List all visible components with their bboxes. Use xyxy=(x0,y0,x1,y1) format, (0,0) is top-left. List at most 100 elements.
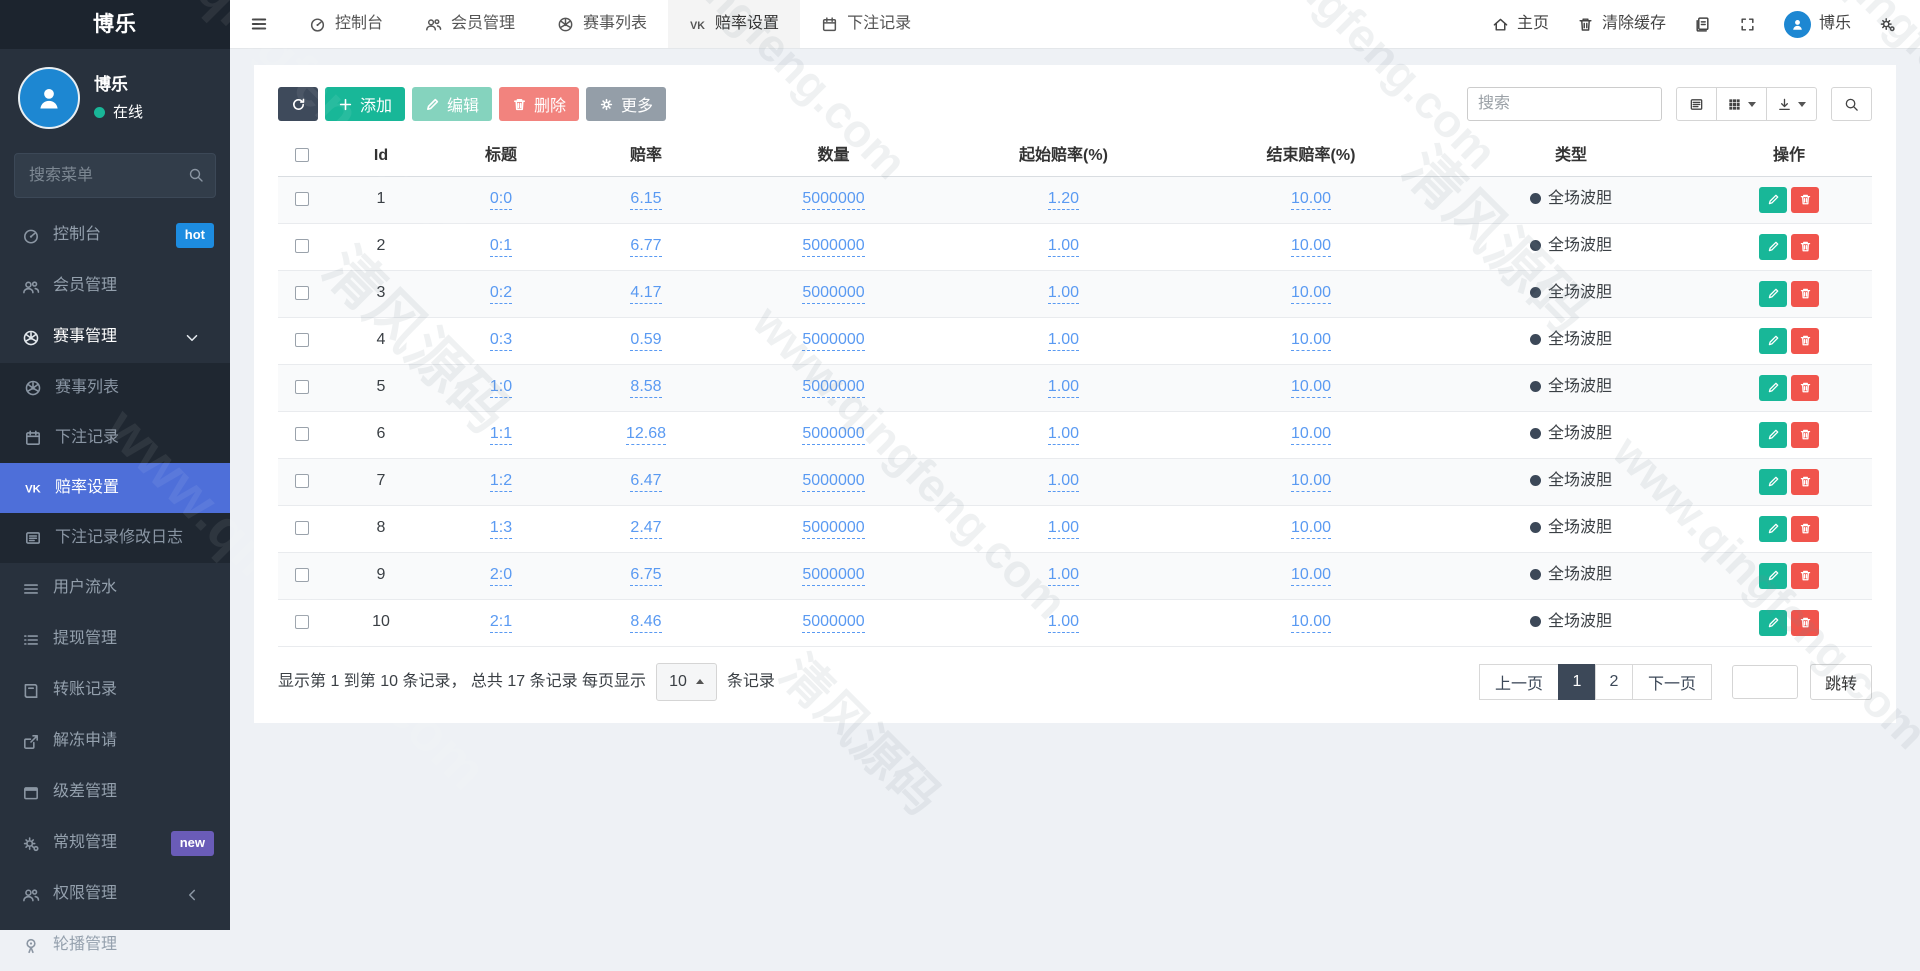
row-checkbox[interactable] xyxy=(295,615,309,629)
editable-start-odds[interactable]: 1.00 xyxy=(1048,284,1079,304)
sidebar-item-user-flow[interactable]: 用户流水 xyxy=(0,563,230,614)
menu-search-input[interactable] xyxy=(14,153,216,198)
export-button[interactable] xyxy=(1766,87,1817,121)
editable-start-odds[interactable]: 1.00 xyxy=(1048,237,1079,257)
sidebar-item-members[interactable]: 会员管理 xyxy=(0,261,230,312)
sidebar-item-withdraw[interactable]: 提现管理 xyxy=(0,614,230,665)
edit-row-button[interactable] xyxy=(1759,516,1787,542)
editable-title[interactable]: 1:3 xyxy=(490,519,512,539)
editable-title[interactable]: 1:1 xyxy=(490,425,512,445)
editable-odds[interactable]: 6.77 xyxy=(630,237,661,257)
editable-title[interactable]: 0:2 xyxy=(490,284,512,304)
row-checkbox[interactable] xyxy=(295,286,309,300)
editable-quantity[interactable]: 5000000 xyxy=(802,519,864,539)
editable-odds[interactable]: 4.17 xyxy=(630,284,661,304)
editable-quantity[interactable]: 5000000 xyxy=(802,566,864,586)
tab-event-list[interactable]: 赛事列表 xyxy=(536,0,668,48)
sidebar-item-level[interactable]: 级差管理 xyxy=(0,767,230,818)
row-checkbox[interactable] xyxy=(295,474,309,488)
editable-start-odds[interactable]: 1.20 xyxy=(1048,190,1079,210)
sidebar-item-odds-settings[interactable]: 赔率设置 xyxy=(0,463,230,513)
editable-quantity[interactable]: 5000000 xyxy=(802,331,864,351)
editable-end-odds[interactable]: 10.00 xyxy=(1291,190,1331,210)
editable-start-odds[interactable]: 1.00 xyxy=(1048,472,1079,492)
editable-title[interactable]: 0:1 xyxy=(490,237,512,257)
row-checkbox[interactable] xyxy=(295,239,309,253)
jump-page-input[interactable] xyxy=(1732,665,1798,699)
settings-button[interactable] xyxy=(1865,0,1910,48)
editable-quantity[interactable]: 5000000 xyxy=(802,190,864,210)
sidebar-toggle-button[interactable] xyxy=(230,0,288,48)
editable-quantity[interactable]: 5000000 xyxy=(802,284,864,304)
editable-quantity[interactable]: 5000000 xyxy=(802,237,864,257)
editable-end-odds[interactable]: 10.00 xyxy=(1291,566,1331,586)
prev-page-button[interactable]: 上一页 xyxy=(1479,664,1559,700)
sidebar-item-carousel[interactable]: 轮播管理 xyxy=(0,920,230,971)
delete-row-button[interactable] xyxy=(1791,563,1819,589)
edit-row-button[interactable] xyxy=(1759,563,1787,589)
delete-row-button[interactable] xyxy=(1791,328,1819,354)
delete-button[interactable]: 删除 xyxy=(499,87,579,121)
editable-title[interactable]: 1:0 xyxy=(490,378,512,398)
editable-odds[interactable]: 8.58 xyxy=(630,378,661,398)
tab-console[interactable]: 控制台 xyxy=(288,0,404,48)
search-button[interactable] xyxy=(1831,87,1872,121)
row-checkbox[interactable] xyxy=(295,427,309,441)
editable-quantity[interactable]: 5000000 xyxy=(802,425,864,445)
editable-start-odds[interactable]: 1.00 xyxy=(1048,613,1079,633)
select-all-checkbox[interactable] xyxy=(295,148,309,162)
editable-title[interactable]: 2:1 xyxy=(490,613,512,633)
delete-row-button[interactable] xyxy=(1791,281,1819,307)
editable-end-odds[interactable]: 10.00 xyxy=(1291,284,1331,304)
row-checkbox[interactable] xyxy=(295,333,309,347)
page-size-select[interactable]: 10 xyxy=(656,663,717,701)
editable-odds[interactable]: 6.15 xyxy=(630,190,661,210)
document-button[interactable] xyxy=(1680,0,1725,48)
edit-row-button[interactable] xyxy=(1759,187,1787,213)
sidebar-item-bet-records[interactable]: 下注记录 xyxy=(0,413,230,463)
edit-row-button[interactable] xyxy=(1759,234,1787,260)
edit-row-button[interactable] xyxy=(1759,610,1787,636)
tab-bet-records[interactable]: 下注记录 xyxy=(800,0,932,48)
delete-row-button[interactable] xyxy=(1791,422,1819,448)
editable-end-odds[interactable]: 10.00 xyxy=(1291,519,1331,539)
row-checkbox[interactable] xyxy=(295,192,309,206)
editable-quantity[interactable]: 5000000 xyxy=(802,378,864,398)
next-page-button[interactable]: 下一页 xyxy=(1632,664,1712,700)
sidebar-item-event-list[interactable]: 赛事列表 xyxy=(0,363,230,413)
editable-odds[interactable]: 0.59 xyxy=(630,331,661,351)
columns-button[interactable] xyxy=(1716,87,1767,121)
editable-odds[interactable]: 12.68 xyxy=(626,425,666,445)
editable-end-odds[interactable]: 10.00 xyxy=(1291,613,1331,633)
row-checkbox[interactable] xyxy=(295,380,309,394)
editable-title[interactable]: 2:0 xyxy=(490,566,512,586)
editable-quantity[interactable]: 5000000 xyxy=(802,472,864,492)
editable-end-odds[interactable]: 10.00 xyxy=(1291,237,1331,257)
sidebar-item-general[interactable]: 常规管理new xyxy=(0,818,230,869)
editable-title[interactable]: 0:0 xyxy=(490,190,512,210)
detail-view-button[interactable] xyxy=(1676,87,1717,121)
tab-members[interactable]: 会员管理 xyxy=(404,0,536,48)
editable-end-odds[interactable]: 10.00 xyxy=(1291,378,1331,398)
sidebar-item-transfer[interactable]: 转账记录 xyxy=(0,665,230,716)
editable-title[interactable]: 0:3 xyxy=(490,331,512,351)
edit-row-button[interactable] xyxy=(1759,281,1787,307)
editable-title[interactable]: 1:2 xyxy=(490,472,512,492)
more-button[interactable]: 更多 xyxy=(586,87,666,121)
tab-odds-settings[interactable]: 赔率设置 xyxy=(668,0,800,48)
refresh-button[interactable] xyxy=(278,87,318,121)
delete-row-button[interactable] xyxy=(1791,187,1819,213)
edit-row-button[interactable] xyxy=(1759,328,1787,354)
editable-start-odds[interactable]: 1.00 xyxy=(1048,331,1079,351)
editable-odds[interactable]: 6.75 xyxy=(630,566,661,586)
sidebar-item-events[interactable]: 赛事管理 xyxy=(0,312,230,363)
edit-button[interactable]: 编辑 xyxy=(412,87,492,121)
page-button-1[interactable]: 1 xyxy=(1558,664,1596,700)
fullscreen-button[interactable] xyxy=(1725,0,1770,48)
editable-end-odds[interactable]: 10.00 xyxy=(1291,331,1331,351)
editable-start-odds[interactable]: 1.00 xyxy=(1048,425,1079,445)
sidebar-item-unfreeze[interactable]: 解冻申请 xyxy=(0,716,230,767)
delete-row-button[interactable] xyxy=(1791,375,1819,401)
editable-odds[interactable]: 2.47 xyxy=(630,519,661,539)
editable-odds[interactable]: 8.46 xyxy=(630,613,661,633)
